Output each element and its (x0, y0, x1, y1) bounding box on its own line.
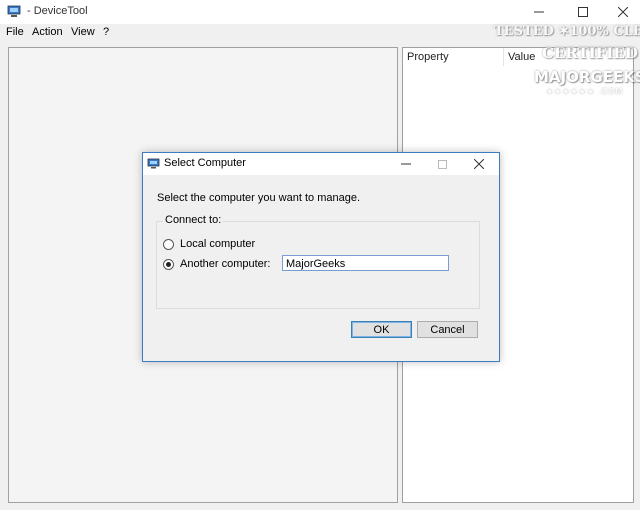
app-icon (7, 5, 21, 17)
dialog-maximize-button (426, 153, 458, 175)
another-computer-radio[interactable] (163, 258, 174, 270)
maximize-button[interactable] (566, 0, 600, 24)
maximize-icon (578, 7, 588, 17)
dialog-close-button[interactable] (463, 153, 495, 175)
menu-help[interactable]: ? (103, 26, 109, 38)
close-icon (618, 7, 628, 17)
minimize-icon (534, 11, 544, 13)
maximize-icon (437, 159, 447, 169)
local-computer-label: Local computer (180, 238, 256, 250)
another-computer-option[interactable]: Another computer: (163, 258, 271, 270)
close-button[interactable] (606, 0, 640, 24)
local-computer-option[interactable]: Local computer (163, 238, 255, 250)
dialog-prompt: Select the computer you want to manage. (157, 192, 361, 204)
dialog-titlebar[interactable]: Select Computer (143, 153, 499, 175)
dialog-app-icon (147, 158, 160, 169)
window-titlebar[interactable]: - DeviceTool (0, 0, 640, 24)
watermark-stars-text: ★★★★★★ .COM (546, 87, 624, 96)
column-header-property[interactable]: Property (403, 48, 503, 66)
computer-name-input[interactable]: MajorGeeks (282, 255, 449, 271)
menu-view[interactable]: View (71, 26, 95, 38)
watermark-tested-text: TESTED ✶100% CLEAN (494, 24, 640, 39)
dialog-minimize-button[interactable] (390, 153, 422, 175)
watermark-certified-text: CERTIFIED (542, 44, 638, 62)
menu-file[interactable]: File (6, 26, 24, 38)
another-computer-label: Another computer: (180, 258, 271, 270)
close-icon (474, 159, 484, 169)
dialog-title: Select Computer (164, 157, 246, 169)
cancel-button[interactable]: Cancel (417, 321, 478, 338)
window-title: - DeviceTool (27, 5, 88, 17)
select-computer-dialog: Select Computer Select the computer you … (142, 152, 500, 362)
minimize-button[interactable] (522, 0, 556, 24)
connect-to-label: Connect to: (163, 214, 224, 226)
watermark-brand-text: MAJORGEEKS (534, 68, 640, 86)
ok-button[interactable]: OK (351, 321, 412, 338)
majorgeeks-watermark: TESTED ✶100% CLEAN CERTIFIED MAJORGEEKS … (490, 24, 640, 104)
local-computer-radio[interactable] (163, 238, 174, 250)
menu-action[interactable]: Action (32, 26, 63, 38)
minimize-icon (401, 163, 411, 165)
